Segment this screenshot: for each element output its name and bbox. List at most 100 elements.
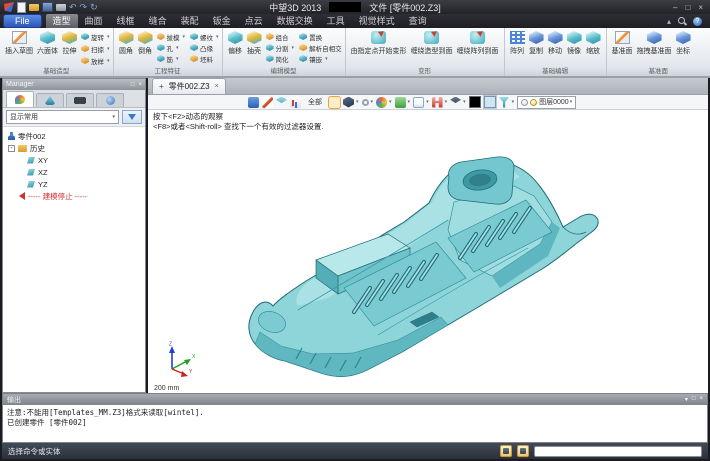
- replace-button[interactable]: 置换: [299, 31, 342, 42]
- move-button[interactable]: 移动: [546, 30, 565, 57]
- divide-button[interactable]: 分割: [266, 42, 295, 53]
- group-label-datum-plane[interactable]: 基准面: [607, 67, 710, 76]
- tree-stop-marker[interactable]: ----- 建模停止 -----: [3, 190, 145, 202]
- close-tab-icon[interactable]: ×: [215, 83, 219, 90]
- drag-datum-button[interactable]: 拖拽基准面: [635, 30, 674, 57]
- box-button[interactable]: 六面体: [35, 30, 60, 57]
- close-button[interactable]: ×: [698, 3, 703, 12]
- maximize-button[interactable]: □: [685, 3, 690, 12]
- view-orientation-icon[interactable]: [395, 97, 406, 108]
- lip-button[interactable]: 凸缘: [190, 42, 219, 53]
- analysis-chart-icon[interactable]: [290, 97, 301, 108]
- csys-button[interactable]: 坐标: [674, 30, 693, 57]
- filter-funnel-button[interactable]: [122, 110, 142, 124]
- scale-button[interactable]: 缩放: [584, 30, 603, 57]
- resolve-self-intersection-button[interactable]: 解析自相交: [299, 42, 342, 53]
- view-manager-tab[interactable]: [96, 93, 124, 107]
- tree-plane-xz[interactable]: XZ: [3, 166, 145, 178]
- chevron-down-icon[interactable]: ▾: [408, 99, 411, 105]
- layer-on-bulb-icon[interactable]: [530, 99, 537, 106]
- tab-sheetmetal[interactable]: 钣金: [206, 14, 238, 28]
- render-mode-icon[interactable]: [376, 97, 387, 108]
- sweep-button[interactable]: 扫掠: [81, 43, 110, 54]
- output-close-icon[interactable]: ×: [699, 396, 703, 403]
- shaded-display-icon[interactable]: [329, 97, 340, 108]
- help-icon[interactable]: ?: [693, 17, 702, 26]
- output-pin-icon[interactable]: ▾: [685, 396, 688, 403]
- entity-filter-icon[interactable]: [499, 97, 510, 108]
- clip-plane-icon[interactable]: [432, 97, 443, 108]
- fillet-button[interactable]: 圆角: [117, 30, 136, 57]
- combine-button[interactable]: 组合: [266, 31, 295, 42]
- tab-assembly[interactable]: 装配: [174, 14, 206, 28]
- tab-heal[interactable]: 缝合: [142, 14, 174, 28]
- status-tool-button-2[interactable]: [517, 445, 529, 457]
- simplify-button[interactable]: 简化: [266, 53, 295, 64]
- tab-tools[interactable]: 工具: [320, 14, 352, 28]
- output-header[interactable]: 输出 ▾ □ ×: [3, 394, 707, 405]
- attribute-icon[interactable]: [248, 97, 259, 108]
- visual-manager-tab[interactable]: [66, 93, 94, 107]
- insert-sketch-button[interactable]: 插入草图: [3, 30, 35, 57]
- wireframe-mode-icon[interactable]: [362, 99, 369, 106]
- hole-button[interactable]: 孔: [157, 42, 186, 53]
- search-icon[interactable]: [678, 17, 686, 25]
- redo-icon[interactable]: ↷: [80, 2, 88, 12]
- tab-wireframe[interactable]: 线框: [110, 14, 142, 28]
- file-menu-button[interactable]: File: [3, 14, 42, 28]
- collapse-ribbon-icon[interactable]: ▴: [667, 17, 671, 26]
- group-label-basic-editing[interactable]: 基础编辑: [505, 67, 606, 76]
- refresh-icon[interactable]: ↻: [90, 2, 98, 12]
- shell-button[interactable]: 抽壳: [245, 30, 264, 57]
- tree-history-item[interactable]: - 历史: [3, 142, 145, 154]
- pattern-button[interactable]: 阵列: [508, 30, 527, 57]
- assembly-manager-tab[interactable]: [36, 93, 64, 107]
- tab-shape[interactable]: 造型: [46, 14, 78, 28]
- chevron-down-icon[interactable]: ▾: [512, 99, 515, 105]
- loft-button[interactable]: 放样: [81, 55, 110, 66]
- tree-plane-xy[interactable]: XY: [3, 154, 145, 166]
- layer-combo[interactable]: 图层0000 ▾: [517, 96, 576, 109]
- zoom-window-icon[interactable]: [413, 97, 424, 108]
- chamfer-button[interactable]: 倒角: [136, 30, 155, 57]
- print-icon[interactable]: [56, 4, 66, 11]
- rib-button[interactable]: 筋: [157, 53, 186, 64]
- mirror-button[interactable]: 镜像: [565, 30, 584, 57]
- group-label-morph[interactable]: 变形: [346, 67, 504, 76]
- background-color-swatch[interactable]: [484, 96, 496, 108]
- command-input[interactable]: [534, 446, 702, 457]
- draft-button[interactable]: 拔模: [157, 31, 186, 42]
- manager-close-button[interactable]: ×: [138, 82, 142, 88]
- wrap-pattern-to-face-button[interactable]: 缠绕阵列到面: [455, 30, 501, 57]
- output-log[interactable]: 注意:不能用[Templates_MM.Z3]格式来读取[wintel]. 已创…: [3, 405, 707, 442]
- group-label-engineering-feature[interactable]: 工程特征: [114, 67, 222, 76]
- undo-icon[interactable]: ↶: [69, 2, 77, 12]
- tab-visual-style[interactable]: 视觉样式: [352, 14, 402, 28]
- viewport-canvas[interactable]: 按下<F2>动态的观察 <F8>或者<Shift-roll> 查找下一个有效的过…: [148, 110, 708, 393]
- stock-button[interactable]: 坯料: [190, 53, 219, 64]
- status-tool-button-1[interactable]: [500, 445, 512, 457]
- datum-plane-button[interactable]: 基准面: [610, 30, 635, 57]
- chevron-down-icon[interactable]: ▾: [371, 99, 374, 105]
- collapse-node-icon[interactable]: -: [8, 145, 15, 152]
- tree-root-item[interactable]: 零件002: [3, 130, 145, 142]
- tab-data-exchange[interactable]: 数据交换: [270, 14, 320, 28]
- layer-off-bulb-icon[interactable]: [521, 99, 528, 106]
- wrap-shape-to-face-button[interactable]: 缠绕造型到面: [409, 30, 455, 57]
- tab-inquire[interactable]: 查询: [402, 14, 434, 28]
- chevron-down-icon[interactable]: ▾: [356, 99, 359, 105]
- revolve-button[interactable]: 旋转: [81, 31, 110, 42]
- tab-surface[interactable]: 曲面: [78, 14, 110, 28]
- pick-filter-all[interactable]: 全部: [308, 97, 322, 107]
- group-label-basic-shape[interactable]: 基础造型: [0, 67, 113, 76]
- offset-button[interactable]: 偏移: [226, 30, 245, 57]
- multi-display-icon[interactable]: [450, 97, 461, 108]
- extrude-button[interactable]: 拉伸: [60, 30, 79, 57]
- edge-color-swatch[interactable]: [469, 96, 481, 108]
- copy-button[interactable]: 复制: [527, 30, 546, 57]
- save-icon[interactable]: [42, 2, 53, 12]
- chevron-down-icon[interactable]: ▾: [389, 99, 392, 105]
- tab-pointcloud[interactable]: 点云: [238, 14, 270, 28]
- history-manager-tab[interactable]: [6, 91, 34, 107]
- minimize-button[interactable]: –: [673, 3, 677, 12]
